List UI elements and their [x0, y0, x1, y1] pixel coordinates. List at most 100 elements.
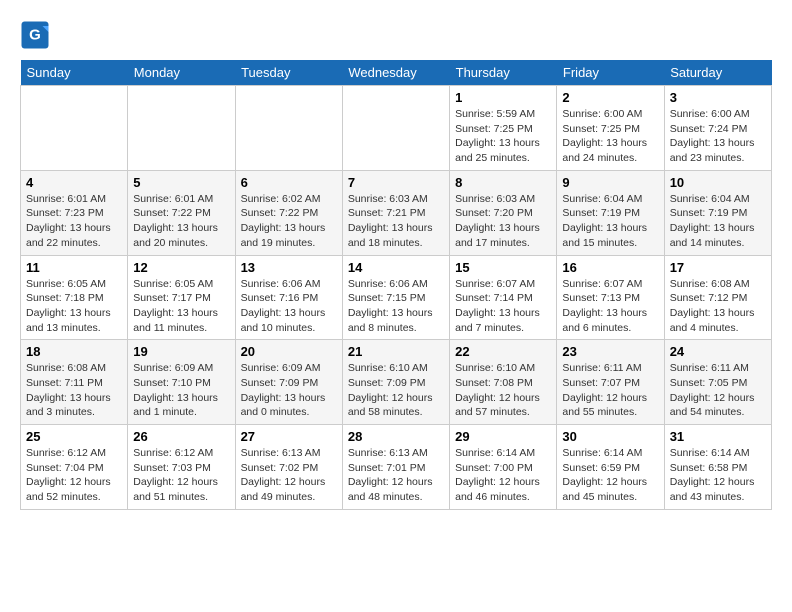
calendar-cell: 18 Sunrise: 6:08 AM Sunset: 7:11 PM Dayli… — [21, 340, 128, 425]
day-number: 4 — [26, 175, 122, 190]
day-info: Sunrise: 6:04 AM Sunset: 7:19 PM Dayligh… — [670, 192, 766, 251]
calendar-cell: 6 Sunrise: 6:02 AM Sunset: 7:22 PM Daylig… — [235, 170, 342, 255]
day-number: 29 — [455, 429, 551, 444]
day-number: 11 — [26, 260, 122, 275]
day-info: Sunrise: 6:00 AM Sunset: 7:25 PM Dayligh… — [562, 107, 658, 166]
calendar-cell: 25Sunrise: 6:12 AM Sunset: 7:04 PM Dayli… — [21, 425, 128, 510]
day-number: 14 — [348, 260, 444, 275]
calendar-week-row: 4 Sunrise: 6:01 AM Sunset: 7:23 PM Daylig… — [21, 170, 772, 255]
calendar-cell: 9 Sunrise: 6:04 AM Sunset: 7:19 PM Daylig… — [557, 170, 664, 255]
day-info: Sunrise: 6:08 AM Sunset: 7:11 PM Dayligh… — [26, 361, 122, 420]
calendar-cell — [21, 86, 128, 171]
weekday-header: Friday — [557, 60, 664, 86]
day-number: 18 — [26, 344, 122, 359]
logo: G — [20, 20, 54, 50]
calendar-cell: 7 Sunrise: 6:03 AM Sunset: 7:21 PM Daylig… — [342, 170, 449, 255]
calendar-cell: 30Sunrise: 6:14 AM Sunset: 6:59 PM Dayli… — [557, 425, 664, 510]
calendar-cell: 8 Sunrise: 6:03 AM Sunset: 7:20 PM Daylig… — [450, 170, 557, 255]
day-number: 15 — [455, 260, 551, 275]
calendar-cell: 15 Sunrise: 6:07 AM Sunset: 7:14 PM Dayli… — [450, 255, 557, 340]
weekday-header: Tuesday — [235, 60, 342, 86]
day-number: 6 — [241, 175, 337, 190]
day-number: 13 — [241, 260, 337, 275]
calendar-week-row: 11 Sunrise: 6:05 AM Sunset: 7:18 PM Dayli… — [21, 255, 772, 340]
day-number: 24 — [670, 344, 766, 359]
calendar-cell: 14 Sunrise: 6:06 AM Sunset: 7:15 PM Dayli… — [342, 255, 449, 340]
calendar-cell: 1Sunrise: 5:59 AM Sunset: 7:25 PM Daylig… — [450, 86, 557, 171]
day-number: 19 — [133, 344, 229, 359]
day-info: Sunrise: 6:05 AM Sunset: 7:17 PM Dayligh… — [133, 277, 229, 336]
day-number: 12 — [133, 260, 229, 275]
day-info: Sunrise: 6:13 AM Sunset: 7:01 PM Dayligh… — [348, 446, 444, 505]
day-info: Sunrise: 6:03 AM Sunset: 7:20 PM Dayligh… — [455, 192, 551, 251]
calendar-cell: 20 Sunrise: 6:09 AM Sunset: 7:09 PM Dayli… — [235, 340, 342, 425]
calendar-cell: 31 Sunrise: 6:14 AM Sunset: 6:58 PM Dayli… — [664, 425, 771, 510]
calendar-cell: 2Sunrise: 6:00 AM Sunset: 7:25 PM Daylig… — [557, 86, 664, 171]
day-info: Sunrise: 6:14 AM Sunset: 7:00 PM Dayligh… — [455, 446, 551, 505]
day-info: Sunrise: 6:11 AM Sunset: 7:07 PM Dayligh… — [562, 361, 658, 420]
day-info: Sunrise: 6:02 AM Sunset: 7:22 PM Dayligh… — [241, 192, 337, 251]
day-number: 31 — [670, 429, 766, 444]
calendar-header-row: SundayMondayTuesdayWednesdayThursdayFrid… — [21, 60, 772, 86]
day-info: Sunrise: 6:01 AM Sunset: 7:22 PM Dayligh… — [133, 192, 229, 251]
calendar-cell: 23 Sunrise: 6:11 AM Sunset: 7:07 PM Dayli… — [557, 340, 664, 425]
page-header: G — [20, 20, 772, 50]
weekday-header: Saturday — [664, 60, 771, 86]
weekday-header: Monday — [128, 60, 235, 86]
day-info: Sunrise: 6:06 AM Sunset: 7:16 PM Dayligh… — [241, 277, 337, 336]
day-number: 23 — [562, 344, 658, 359]
day-info: Sunrise: 6:01 AM Sunset: 7:23 PM Dayligh… — [26, 192, 122, 251]
calendar-cell: 10 Sunrise: 6:04 AM Sunset: 7:19 PM Dayli… — [664, 170, 771, 255]
calendar-cell — [128, 86, 235, 171]
calendar-week-row: 18 Sunrise: 6:08 AM Sunset: 7:11 PM Dayli… — [21, 340, 772, 425]
day-info: Sunrise: 6:00 AM Sunset: 7:24 PM Dayligh… — [670, 107, 766, 166]
day-info: Sunrise: 6:12 AM Sunset: 7:03 PM Dayligh… — [133, 446, 229, 505]
calendar-cell: 17Sunrise: 6:08 AM Sunset: 7:12 PM Dayli… — [664, 255, 771, 340]
calendar-cell: 28Sunrise: 6:13 AM Sunset: 7:01 PM Dayli… — [342, 425, 449, 510]
calendar-cell — [342, 86, 449, 171]
day-info: Sunrise: 6:12 AM Sunset: 7:04 PM Dayligh… — [26, 446, 122, 505]
calendar-table: SundayMondayTuesdayWednesdayThursdayFrid… — [20, 60, 772, 510]
calendar-cell — [235, 86, 342, 171]
day-info: Sunrise: 6:07 AM Sunset: 7:14 PM Dayligh… — [455, 277, 551, 336]
day-number: 3 — [670, 90, 766, 105]
day-number: 30 — [562, 429, 658, 444]
weekday-header: Thursday — [450, 60, 557, 86]
logo-icon: G — [20, 20, 50, 50]
day-info: Sunrise: 6:06 AM Sunset: 7:15 PM Dayligh… — [348, 277, 444, 336]
day-number: 16 — [562, 260, 658, 275]
day-number: 21 — [348, 344, 444, 359]
calendar-week-row: 25Sunrise: 6:12 AM Sunset: 7:04 PM Dayli… — [21, 425, 772, 510]
weekday-header: Wednesday — [342, 60, 449, 86]
calendar-cell: 4 Sunrise: 6:01 AM Sunset: 7:23 PM Daylig… — [21, 170, 128, 255]
day-info: Sunrise: 6:09 AM Sunset: 7:09 PM Dayligh… — [241, 361, 337, 420]
day-info: Sunrise: 6:13 AM Sunset: 7:02 PM Dayligh… — [241, 446, 337, 505]
day-info: Sunrise: 6:04 AM Sunset: 7:19 PM Dayligh… — [562, 192, 658, 251]
day-number: 9 — [562, 175, 658, 190]
day-info: Sunrise: 6:09 AM Sunset: 7:10 PM Dayligh… — [133, 361, 229, 420]
calendar-cell: 22Sunrise: 6:10 AM Sunset: 7:08 PM Dayli… — [450, 340, 557, 425]
calendar-cell: 5 Sunrise: 6:01 AM Sunset: 7:22 PM Daylig… — [128, 170, 235, 255]
calendar-cell: 3 Sunrise: 6:00 AM Sunset: 7:24 PM Daylig… — [664, 86, 771, 171]
calendar-cell: 19 Sunrise: 6:09 AM Sunset: 7:10 PM Dayli… — [128, 340, 235, 425]
day-number: 8 — [455, 175, 551, 190]
calendar-cell: 27Sunrise: 6:13 AM Sunset: 7:02 PM Dayli… — [235, 425, 342, 510]
day-info: Sunrise: 6:07 AM Sunset: 7:13 PM Dayligh… — [562, 277, 658, 336]
day-number: 20 — [241, 344, 337, 359]
calendar-cell: 29 Sunrise: 6:14 AM Sunset: 7:00 PM Dayli… — [450, 425, 557, 510]
calendar-cell: 13 Sunrise: 6:06 AM Sunset: 7:16 PM Dayli… — [235, 255, 342, 340]
day-number: 5 — [133, 175, 229, 190]
calendar-cell: 26 Sunrise: 6:12 AM Sunset: 7:03 PM Dayli… — [128, 425, 235, 510]
day-info: Sunrise: 6:03 AM Sunset: 7:21 PM Dayligh… — [348, 192, 444, 251]
calendar-cell: 21Sunrise: 6:10 AM Sunset: 7:09 PM Dayli… — [342, 340, 449, 425]
day-info: Sunrise: 6:14 AM Sunset: 6:58 PM Dayligh… — [670, 446, 766, 505]
day-number: 26 — [133, 429, 229, 444]
day-info: Sunrise: 6:10 AM Sunset: 7:08 PM Dayligh… — [455, 361, 551, 420]
calendar-cell: 12 Sunrise: 6:05 AM Sunset: 7:17 PM Dayli… — [128, 255, 235, 340]
day-number: 10 — [670, 175, 766, 190]
day-info: Sunrise: 6:05 AM Sunset: 7:18 PM Dayligh… — [26, 277, 122, 336]
weekday-header: Sunday — [21, 60, 128, 86]
day-number: 7 — [348, 175, 444, 190]
day-number: 17 — [670, 260, 766, 275]
calendar-cell: 16 Sunrise: 6:07 AM Sunset: 7:13 PM Dayli… — [557, 255, 664, 340]
